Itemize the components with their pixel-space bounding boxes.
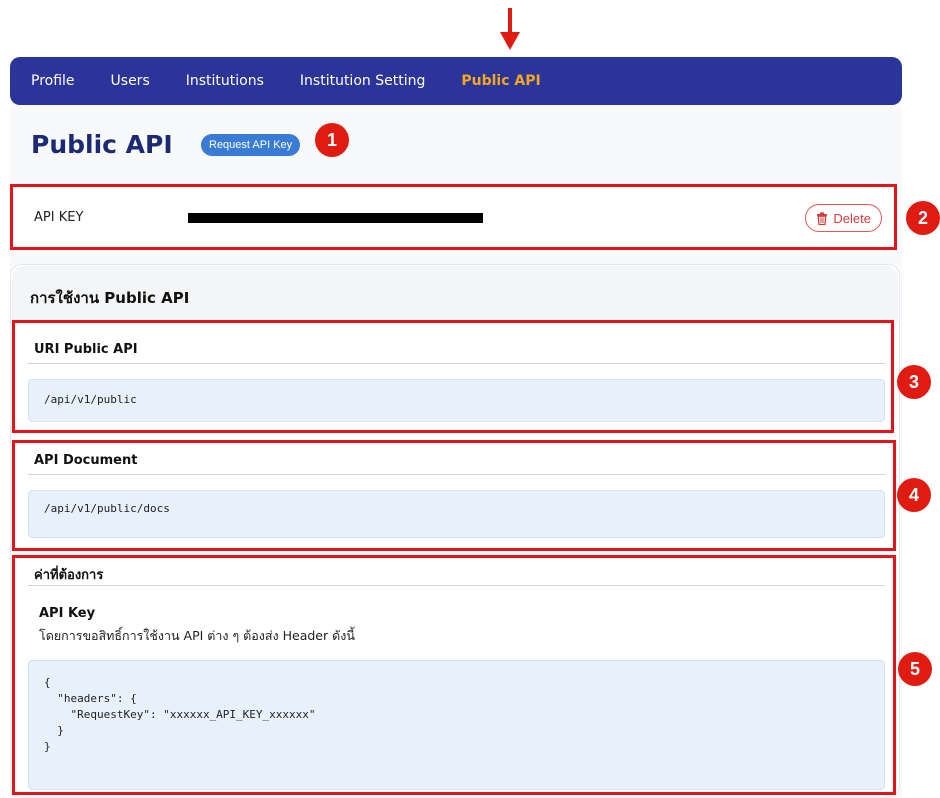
- nav-item-public-api[interactable]: Public API: [461, 73, 540, 89]
- nav-item-profile[interactable]: Profile: [31, 73, 75, 89]
- nav-item-users[interactable]: Users: [111, 73, 150, 89]
- nav-item-institution-setting[interactable]: Institution Setting: [300, 73, 425, 89]
- highlight-box-2: [10, 184, 897, 250]
- page-title: Public API: [31, 130, 173, 159]
- usage-card-header: การใช้งาน Public API: [12, 266, 898, 322]
- callout-5: 5: [898, 652, 932, 686]
- callout-2: 2: [906, 201, 940, 235]
- callout-1: 1: [315, 123, 349, 157]
- nav-item-institutions[interactable]: Institutions: [186, 73, 264, 89]
- pointer-arrow-icon: [500, 8, 520, 50]
- highlight-box-3: [12, 320, 894, 433]
- request-api-key-button[interactable]: Request API Key: [201, 134, 301, 156]
- callout-3: 3: [897, 365, 931, 399]
- top-navbar: Profile Users Institutions Institution S…: [10, 57, 902, 105]
- callout-4: 4: [897, 478, 931, 512]
- highlight-box-5: [12, 555, 896, 795]
- highlight-box-4: [12, 440, 896, 551]
- usage-title: การใช้งาน Public API: [30, 289, 190, 307]
